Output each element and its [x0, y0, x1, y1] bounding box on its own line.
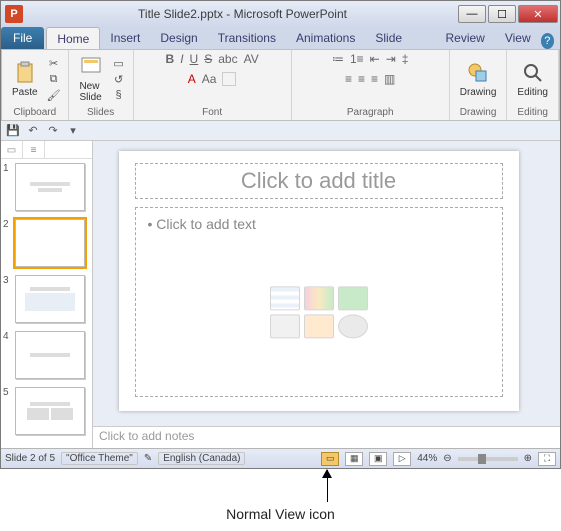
- copy-icon[interactable]: ⧉: [46, 72, 62, 86]
- content-insert-palette: [270, 286, 368, 338]
- tab-home[interactable]: Home: [46, 27, 100, 49]
- underline-button[interactable]: U: [190, 52, 199, 66]
- thumbnail-4[interactable]: [15, 331, 85, 379]
- bold-button[interactable]: B: [166, 52, 175, 66]
- slides-tab-icon[interactable]: ▭: [1, 141, 23, 159]
- shadow-button[interactable]: abc: [218, 52, 237, 66]
- status-theme[interactable]: "Office Theme": [61, 452, 138, 465]
- insert-clipart-icon[interactable]: [304, 314, 334, 338]
- tab-slideshow[interactable]: Slide Show: [365, 27, 435, 49]
- tab-file[interactable]: File: [1, 27, 44, 49]
- italic-button[interactable]: I: [180, 52, 183, 66]
- title-placeholder[interactable]: Click to add title: [135, 163, 503, 199]
- drawing-button[interactable]: Drawing: [456, 59, 501, 100]
- content-placeholder-text: Click to add text: [156, 216, 256, 232]
- insert-chart-icon[interactable]: [304, 286, 334, 310]
- strike-button[interactable]: S: [204, 52, 212, 66]
- content-placeholder[interactable]: • Click to add text: [135, 207, 503, 397]
- annotation-label: Normal View icon: [0, 506, 561, 522]
- editing-button[interactable]: Editing: [513, 59, 552, 100]
- close-button[interactable]: ✕: [518, 5, 558, 23]
- thumb-num: 4: [3, 331, 13, 342]
- normal-view-icon[interactable]: ▭: [321, 452, 339, 466]
- clipboard-icon: [13, 61, 37, 85]
- group-clipboard-label: Clipboard: [8, 106, 62, 120]
- align-right-button[interactable]: ≡: [371, 72, 378, 86]
- slide-thumbnails-panel: ▭ ≡ 1 2 3 4 5: [1, 141, 93, 448]
- insert-smartart-icon[interactable]: [338, 286, 368, 310]
- line-spacing-button[interactable]: ‡: [402, 52, 409, 66]
- insert-picture-icon[interactable]: [270, 314, 300, 338]
- minimize-button[interactable]: —: [458, 5, 486, 23]
- bullet-icon: •: [148, 216, 153, 232]
- font-dropdown[interactable]: [222, 72, 236, 86]
- zoom-slider[interactable]: [458, 457, 518, 461]
- status-language[interactable]: English (Canada): [158, 452, 245, 465]
- thumb-num: 2: [3, 219, 13, 230]
- new-slide-icon: [79, 55, 103, 79]
- spellcheck-icon[interactable]: ✎: [144, 453, 152, 464]
- save-icon[interactable]: 💾: [5, 123, 21, 139]
- columns-button[interactable]: ▥: [384, 72, 395, 86]
- cut-icon[interactable]: ✂: [46, 56, 62, 70]
- zoom-in-button[interactable]: ⊕: [524, 453, 532, 464]
- char-spacing-button[interactable]: AV: [244, 52, 259, 66]
- font-color-button[interactable]: A: [188, 72, 196, 86]
- group-paragraph-label: Paragraph: [298, 106, 443, 120]
- indent-dec-button[interactable]: ⇤: [370, 52, 380, 66]
- thumbnail-3[interactable]: [15, 275, 85, 323]
- reset-icon[interactable]: ↺: [111, 72, 127, 86]
- group-font-label: Font: [140, 106, 285, 120]
- shapes-icon: [466, 61, 490, 85]
- indent-inc-button[interactable]: ⇥: [386, 52, 396, 66]
- tab-review[interactable]: Review: [435, 27, 494, 49]
- status-slide-count: Slide 2 of 5: [5, 453, 55, 464]
- group-slides-label: Slides: [75, 106, 127, 120]
- numbering-button[interactable]: 1≡: [350, 52, 364, 66]
- slideshow-view-icon[interactable]: ▷: [393, 452, 411, 466]
- section-icon[interactable]: §: [111, 88, 127, 102]
- slide-canvas: Click to add title • Click to add text: [119, 151, 519, 411]
- maximize-button[interactable]: ☐: [488, 5, 516, 23]
- reading-view-icon[interactable]: ▣: [369, 452, 387, 466]
- highlight-button[interactable]: Aa: [202, 72, 217, 86]
- qat-dropdown-icon[interactable]: ▾: [65, 123, 81, 139]
- thumbnail-5[interactable]: [15, 387, 85, 435]
- undo-icon[interactable]: ↶: [25, 123, 41, 139]
- group-drawing-label: Drawing: [456, 106, 501, 120]
- thumbnail-2[interactable]: [15, 219, 85, 267]
- help-icon[interactable]: ?: [541, 33, 554, 49]
- annotation: Normal View icon: [0, 470, 561, 530]
- format-painter-icon[interactable]: 🖌: [46, 88, 62, 102]
- notes-pane[interactable]: Click to add notes: [93, 426, 560, 448]
- outline-tab-icon[interactable]: ≡: [23, 141, 45, 159]
- slide-sorter-view-icon[interactable]: ▦: [345, 452, 363, 466]
- align-center-button[interactable]: ≡: [358, 72, 365, 86]
- zoom-out-button[interactable]: ⊖: [443, 453, 451, 464]
- tab-insert[interactable]: Insert: [100, 27, 150, 49]
- tab-transitions[interactable]: Transitions: [208, 27, 286, 49]
- window-title: Title Slide2.pptx - Microsoft PowerPoint: [27, 7, 458, 21]
- tab-view[interactable]: View: [495, 27, 541, 49]
- thumbnail-1[interactable]: [15, 163, 85, 211]
- layout-icon[interactable]: ▭: [111, 56, 127, 70]
- fit-to-window-icon[interactable]: ⛶: [538, 452, 556, 466]
- redo-icon[interactable]: ↷: [45, 123, 61, 139]
- paste-button[interactable]: Paste: [8, 59, 42, 100]
- tab-design[interactable]: Design: [150, 27, 207, 49]
- new-slide-button[interactable]: New Slide: [75, 53, 107, 105]
- app-icon: P: [5, 5, 23, 23]
- insert-table-icon[interactable]: [270, 286, 300, 310]
- align-left-button[interactable]: ≡: [345, 72, 352, 86]
- tab-animations[interactable]: Animations: [286, 27, 365, 49]
- insert-media-icon[interactable]: [338, 314, 368, 338]
- bullets-button[interactable]: ≔: [332, 52, 344, 66]
- find-icon: [521, 61, 545, 85]
- thumb-num: 3: [3, 275, 13, 286]
- zoom-level[interactable]: 44%: [417, 453, 437, 464]
- group-editing-label: Editing: [513, 106, 552, 120]
- thumb-num: 1: [3, 163, 13, 174]
- thumb-num: 5: [3, 387, 13, 398]
